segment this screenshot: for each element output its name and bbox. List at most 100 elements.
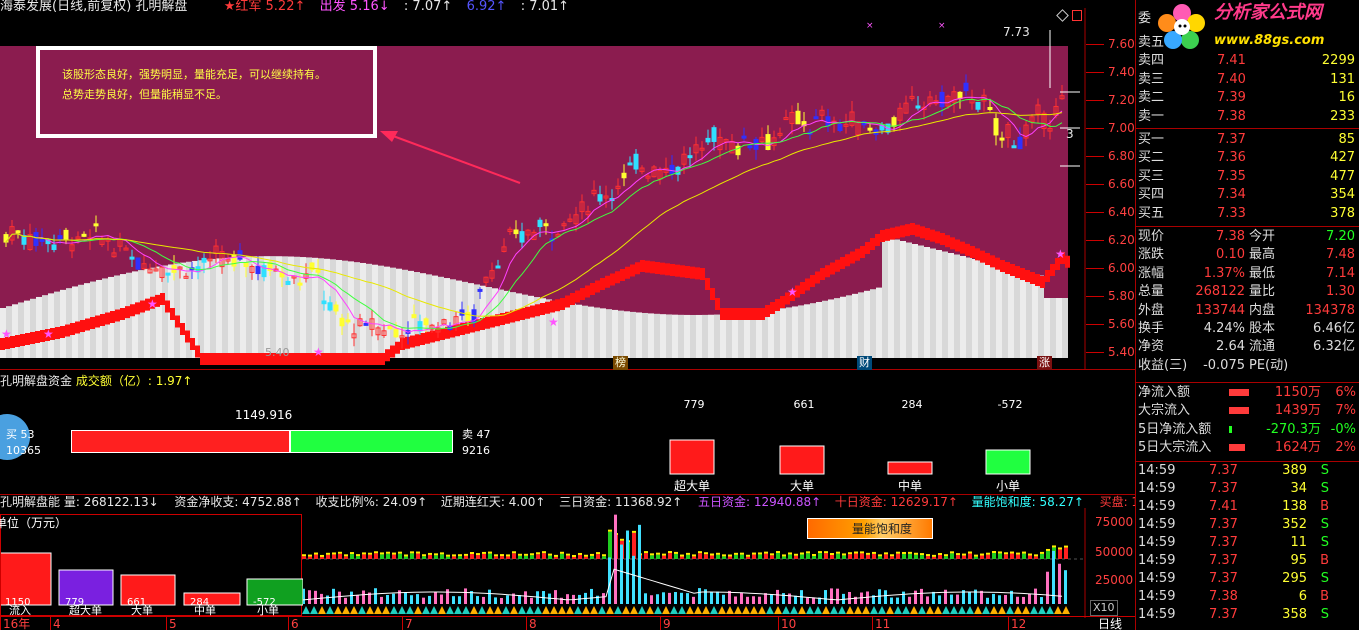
candle-body	[813, 116, 819, 120]
order-size-bar[interactable]	[985, 449, 1031, 475]
order-size-bar[interactable]	[887, 461, 933, 475]
volume-bar	[386, 594, 389, 604]
tick-row[interactable]: 14:59 7.37 11 S	[1137, 534, 1359, 552]
volume-shadow-bar	[432, 275, 438, 358]
volume-shadow-bar	[234, 257, 240, 358]
flow-bar	[524, 555, 528, 559]
order-book-row[interactable]: 卖二 7.39 16	[1137, 89, 1359, 107]
order-book-row[interactable]: 卖五	[1137, 34, 1359, 52]
flow-cap	[686, 552, 690, 555]
volume-axis-label: 75000	[1095, 515, 1134, 529]
order-book-row[interactable]: 卖三 7.40 131	[1137, 71, 1359, 89]
strip-mark	[942, 606, 950, 614]
red-step	[635, 262, 640, 275]
volume-shadow-bar	[666, 314, 672, 358]
stock-title[interactable]: 海泰发展(日线,前复权)	[0, 0, 131, 14]
red-step	[300, 353, 305, 365]
tick-side: S	[1320, 571, 1329, 586]
quote-row: 换手 4.24% 股本 6.46亿	[1137, 320, 1359, 338]
strip-mark	[918, 606, 926, 614]
event-tag-bang[interactable]: 榜	[613, 356, 628, 370]
order-size-bar[interactable]	[669, 439, 715, 475]
flow-cap	[920, 553, 924, 556]
volume-bar	[674, 592, 677, 604]
volume-shadow-bar	[198, 260, 204, 358]
period-label[interactable]: 日线	[1098, 617, 1122, 630]
price-axis-label: 6.60	[1108, 177, 1135, 191]
saturation-badge[interactable]: 量能饱和度	[807, 518, 933, 539]
flow-label: 净流入额	[1138, 385, 1191, 400]
flow-cap	[668, 551, 672, 554]
strip-mark	[334, 606, 342, 614]
flow-bar	[1229, 425, 1232, 433]
tick-row[interactable]: 14:59 7.37 389 S	[1137, 462, 1359, 480]
order-book-row[interactable]: 买五 7.33 378	[1137, 205, 1359, 223]
order-size-bar[interactable]	[779, 445, 825, 475]
strip-mark	[910, 606, 918, 614]
order-size-chart[interactable]: 779 超大单 661 大单 284 中单 -572 小单	[640, 390, 1060, 500]
order-volume: 378	[1330, 205, 1355, 221]
order-book-row[interactable]: 买四 7.34 354	[1137, 186, 1359, 204]
event-tag-cai[interactable]: 财	[857, 356, 872, 370]
volume-shadow-bar	[732, 313, 738, 358]
candle-body	[543, 223, 549, 227]
quote-value: 6.46亿	[1313, 320, 1355, 336]
flow-bar	[500, 556, 504, 559]
tick-row[interactable]: 14:59 7.38 6 B	[1137, 588, 1359, 606]
volume-bar	[698, 588, 701, 604]
tick-row[interactable]: 14:59 7.37 358 S	[1137, 606, 1359, 624]
price-axis-label: 5.80	[1108, 289, 1135, 303]
tick-row[interactable]: 14:59 7.37 295 S	[1137, 570, 1359, 588]
strip-mark	[470, 606, 478, 614]
analysis-comment-box: 该股形态良好，强势明显，量能充足，可以继续持有。 总势走势良好，但量能稍显不足。	[36, 46, 377, 138]
strip-mark	[550, 606, 558, 614]
flow-bar	[806, 553, 810, 559]
chart-restore-icon[interactable]	[1072, 10, 1082, 21]
volume-shadow-bar	[522, 294, 528, 358]
flow-cap	[596, 552, 600, 555]
order-volume: 427	[1330, 150, 1355, 166]
red-step	[290, 353, 295, 365]
flow-bar	[1064, 547, 1068, 559]
order-book-row[interactable]: 买二 7.36 427	[1137, 149, 1359, 167]
volume-shadow-bar	[1062, 298, 1068, 358]
tick-time: 14:59	[1138, 517, 1176, 532]
tick-row[interactable]: 14:59 7.37 34 S	[1137, 480, 1359, 498]
tick-row[interactable]: 14:59 7.37 95 B	[1137, 552, 1359, 570]
event-tag-zhang[interactable]: 涨	[1037, 356, 1052, 370]
order-book-row[interactable]: 买一 7.37 85	[1137, 131, 1359, 149]
divider	[1135, 382, 1359, 383]
order-book-row[interactable]: 卖一 7.38 233	[1137, 108, 1359, 126]
flow-bar	[782, 556, 786, 559]
candle-body	[297, 282, 303, 286]
price-axis-tick	[1086, 268, 1104, 269]
tick-row[interactable]: 14:59 7.37 352 S	[1137, 516, 1359, 534]
ten-day-fund: 十日资金: 12629.17↑	[834, 495, 958, 509]
flow-percent: 7%	[1335, 403, 1356, 419]
red-step	[20, 334, 25, 346]
flow-bar	[326, 554, 330, 559]
tick-row[interactable]: 14:59 7.41 138 B	[1137, 498, 1359, 516]
date-axis-tick	[660, 616, 661, 630]
tick-time: 14:59	[1138, 571, 1176, 586]
candle-body	[597, 194, 603, 202]
volume-shadow-bar	[780, 308, 786, 358]
red-step	[1045, 270, 1050, 282]
strip-mark	[630, 606, 638, 614]
order-book-row[interactable]: 卖四 7.41 2299	[1137, 52, 1359, 70]
tick-list[interactable]: 14:59 7.37 389 S 14:59 7.37 34 S 14:59 7.41 138 B 14…	[1137, 462, 1359, 624]
candle-body	[1017, 136, 1023, 150]
fund-flows: 净流入额 1150万 6% 大宗流入 1439万 7% 5日净流入额 -270.3万 -0% 5日…	[1137, 384, 1359, 458]
volume-shadow-bar	[936, 250, 942, 358]
candle-body	[387, 325, 393, 330]
order-book-row[interactable]: 买三 7.35 477	[1137, 168, 1359, 186]
order-price: 7.33	[1217, 205, 1246, 221]
volume-bar	[830, 588, 833, 604]
flow-cap	[494, 554, 498, 557]
flow-bar	[1040, 553, 1044, 559]
date-axis-tick	[0, 616, 1, 630]
indicator-name[interactable]: 孔明解盘	[135, 0, 187, 14]
flow-cap	[896, 551, 900, 554]
flow-bar	[860, 553, 864, 559]
strip-mark	[1038, 606, 1046, 614]
